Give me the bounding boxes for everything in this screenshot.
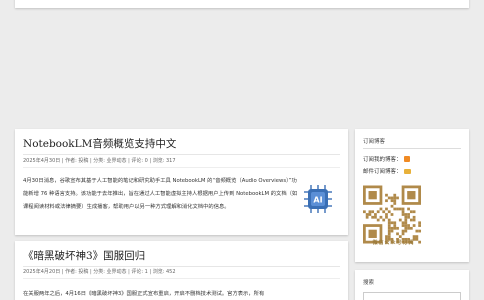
ai-chip-thumbnail[interactable]: AI bbox=[301, 182, 335, 216]
divider bbox=[363, 148, 461, 149]
mail-subscribe-label: 邮件订阅博客： bbox=[363, 169, 402, 175]
divider bbox=[23, 154, 340, 155]
divider bbox=[23, 266, 340, 267]
post-card: 《暗黑破坏神3》国服回归 2025年4月20日 | 作者: 投稿 | 分类: 业… bbox=[15, 241, 348, 300]
post-title-link[interactable]: 《暗黑破坏神3》国服回归 bbox=[23, 248, 145, 263]
post-meta: 2025年4月30日 | 作者: 投稿 | 分类: 业界动态 | 评论: 0 |… bbox=[23, 158, 176, 164]
rss-icon[interactable] bbox=[403, 156, 410, 162]
subscribe-widget: 订阅博客 订阅我的博客： 邮件订阅博客： 微信公众号订阅 bbox=[355, 129, 469, 262]
widget-title: 搜索 bbox=[363, 280, 375, 286]
search-input[interactable] bbox=[363, 292, 461, 300]
qr-caption: 微信公众号订阅 bbox=[372, 240, 415, 246]
post-title-link[interactable]: NotebookLM音频概览支持中文 bbox=[23, 136, 176, 151]
rss-subscribe-link[interactable]: 订阅我的博客： bbox=[363, 155, 410, 163]
post-excerpt: 在关服两年之后，4月16日《暗黑破坏神3》国服正式宣布重启，开启不删档技术测试。… bbox=[23, 291, 265, 297]
game-thumbnail[interactable] bbox=[301, 294, 335, 300]
divider bbox=[23, 167, 340, 168]
post-excerpt: 4月30日消息，谷歌宣布其基于人工智能的笔记和研究助手工具 NotebookLM… bbox=[23, 178, 298, 210]
mail-subscribe-link[interactable]: 邮件订阅博客： bbox=[363, 167, 411, 175]
widget-title: 订阅博客 bbox=[363, 139, 386, 145]
rss-subscribe-label: 订阅我的博客： bbox=[363, 157, 402, 163]
divider bbox=[23, 278, 340, 279]
post-card: NotebookLM音频概览支持中文 2025年4月30日 | 作者: 投稿 |… bbox=[15, 129, 348, 235]
search-widget: 搜索 bbox=[355, 270, 469, 300]
post-meta: 2025年4月20日 | 作者: 投稿 | 分类: 业界动态 | 评论: 1 |… bbox=[23, 269, 176, 275]
previous-post-card bbox=[15, 0, 469, 8]
thumb-label: AI bbox=[313, 196, 322, 205]
mail-icon[interactable] bbox=[403, 168, 411, 174]
